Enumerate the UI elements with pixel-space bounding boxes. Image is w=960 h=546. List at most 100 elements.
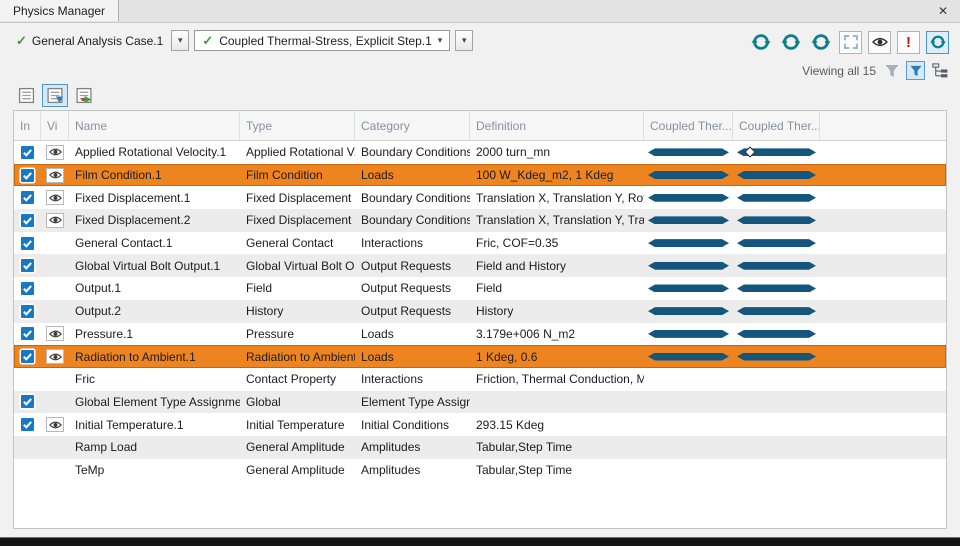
table-row[interactable]: Applied Rotational Velocity.1 Applied Rot… bbox=[14, 141, 946, 164]
include-checkbox[interactable] bbox=[21, 418, 34, 432]
table-row[interactable]: Ramp Load General Amplitude Amplitudes Tabu… bbox=[14, 435, 946, 459]
row-filler bbox=[820, 413, 946, 436]
table-row[interactable]: Fixed Displacement.1 Fixed Displacement Bo… bbox=[14, 186, 946, 210]
table-row[interactable]: Global Virtual Bolt Output.1 Global Virtu… bbox=[14, 254, 946, 278]
step2-cell bbox=[733, 391, 820, 414]
step-activity-bar[interactable] bbox=[648, 148, 729, 156]
visibility-toggle[interactable] bbox=[46, 212, 64, 228]
step-activity-bar[interactable] bbox=[737, 194, 816, 202]
column-header-type[interactable]: Type bbox=[240, 111, 355, 140]
step-activity-bar[interactable] bbox=[648, 239, 729, 247]
include-checkbox[interactable] bbox=[21, 304, 34, 318]
step2-cell bbox=[733, 436, 820, 459]
tree-view-button[interactable] bbox=[932, 63, 949, 78]
table-row[interactable]: Radiation to Ambient.1 Radiation to Ambie… bbox=[14, 345, 946, 368]
tab-physics-manager[interactable]: Physics Manager bbox=[0, 0, 120, 21]
category-cell: Output Requests bbox=[361, 281, 452, 296]
include-checkbox[interactable] bbox=[21, 168, 34, 182]
include-checkbox[interactable] bbox=[21, 281, 34, 295]
view-export-button[interactable] bbox=[71, 84, 97, 107]
step2-cell bbox=[733, 186, 820, 209]
definition-cell bbox=[470, 391, 644, 414]
column-header-filler bbox=[820, 111, 946, 140]
category-cell: Output Requests bbox=[361, 258, 452, 273]
table-row[interactable]: Pressure.1 Pressure Loads 3.179e+006 N_m2 bbox=[14, 322, 946, 346]
step-activity-bar[interactable] bbox=[648, 262, 729, 270]
column-header-definition[interactable]: Definition bbox=[470, 111, 644, 140]
table-row[interactable]: General Contact.1 General Contact Interact… bbox=[14, 231, 946, 255]
auto-update-toggle-button[interactable] bbox=[926, 30, 949, 54]
step-activity-bar[interactable] bbox=[648, 307, 729, 315]
include-checkbox[interactable] bbox=[21, 327, 34, 341]
category-cell: Interactions bbox=[361, 236, 424, 251]
step-activity-bar[interactable] bbox=[648, 353, 729, 361]
analysis-case-selector[interactable]: ✓ General Analysis Case.1 bbox=[13, 31, 166, 51]
step-activity-bar[interactable] bbox=[737, 171, 816, 179]
include-cell bbox=[14, 345, 41, 368]
view-list-button[interactable] bbox=[13, 84, 39, 107]
type-cell: Fixed Displacement bbox=[246, 213, 352, 228]
visibility-toggle[interactable] bbox=[46, 167, 64, 183]
step-activity-bar[interactable] bbox=[737, 239, 816, 247]
table-row[interactable]: Fixed Displacement.2 Fixed Displacement Bo… bbox=[14, 209, 946, 232]
select-region-button[interactable] bbox=[839, 30, 862, 54]
visibility-cell bbox=[41, 254, 69, 277]
category-cell: Loads bbox=[361, 168, 394, 183]
table-row[interactable]: TeMp General Amplitude Amplitudes Tabular,S… bbox=[14, 458, 946, 482]
step-activity-bar[interactable] bbox=[737, 262, 816, 270]
include-checkbox[interactable] bbox=[21, 259, 34, 273]
visibility-options-button[interactable] bbox=[868, 30, 891, 54]
step-activity-bar[interactable] bbox=[737, 330, 816, 338]
step1-cell bbox=[644, 345, 733, 368]
errors-button[interactable]: ! bbox=[897, 30, 920, 54]
definition-cell: Tabular,Step Time bbox=[476, 462, 573, 477]
view-import-button[interactable] bbox=[42, 84, 68, 107]
step-activity-bar[interactable] bbox=[737, 284, 816, 292]
include-checkbox[interactable] bbox=[21, 395, 34, 409]
update-case-button[interactable] bbox=[779, 30, 803, 54]
step-selector[interactable]: ✓ Coupled Thermal-Stress, Explicit Step.… bbox=[194, 30, 451, 51]
step-activity-bar[interactable] bbox=[737, 216, 816, 224]
step-activity-bar[interactable] bbox=[648, 171, 729, 179]
visibility-toggle[interactable] bbox=[46, 349, 64, 365]
column-header-coupled-ther[interactable]: Coupled Ther... bbox=[733, 111, 820, 140]
step-activity-bar[interactable] bbox=[648, 330, 729, 338]
visibility-toggle[interactable] bbox=[46, 144, 64, 160]
column-header-coupled-ther[interactable]: Coupled Ther... bbox=[644, 111, 733, 140]
visibility-toggle[interactable] bbox=[46, 417, 64, 433]
step-activity-bar[interactable] bbox=[737, 353, 816, 361]
close-button[interactable]: ✕ bbox=[935, 3, 951, 19]
column-header-in[interactable]: In bbox=[14, 111, 41, 140]
visibility-toggle[interactable] bbox=[46, 326, 64, 342]
include-checkbox[interactable] bbox=[21, 213, 34, 227]
table-row[interactable]: Film Condition.1 Film Condition Loads 100 W… bbox=[14, 163, 946, 187]
filter-button[interactable] bbox=[885, 64, 899, 78]
include-checkbox[interactable] bbox=[21, 236, 34, 250]
step-activity-bar[interactable] bbox=[648, 284, 729, 292]
step-activity-bar[interactable] bbox=[737, 307, 816, 315]
update-step-button[interactable] bbox=[809, 30, 833, 54]
include-checkbox[interactable] bbox=[21, 350, 34, 364]
table-row[interactable]: Fric Contact Property Interactions Friction… bbox=[14, 367, 946, 391]
name-cell: Radiation to Ambient.1 bbox=[75, 349, 196, 364]
visibility-toggle[interactable] bbox=[46, 190, 64, 206]
table-row[interactable]: Global Element Type Assignment.1 Global El… bbox=[14, 390, 946, 414]
column-header-category[interactable]: Category bbox=[355, 111, 470, 140]
include-checkbox[interactable] bbox=[21, 145, 34, 159]
table-row[interactable]: Output.2 History Output Requests History bbox=[14, 299, 946, 323]
visibility-cell bbox=[41, 391, 69, 414]
analysis-case-dropdown-button[interactable]: ▾ bbox=[171, 30, 190, 51]
include-checkbox[interactable] bbox=[21, 191, 34, 205]
filter-active-button[interactable] bbox=[906, 61, 925, 80]
step-dropdown-button[interactable]: ▾ bbox=[455, 30, 474, 51]
table-row[interactable]: Initial Temperature.1 Initial Temperature… bbox=[14, 413, 946, 436]
update-all-button[interactable] bbox=[749, 30, 773, 54]
name-cell: Fixed Displacement.1 bbox=[75, 190, 191, 205]
update-toolbar: ! bbox=[749, 30, 949, 54]
table-row[interactable]: Output.1 Field Output Requests Field bbox=[14, 277, 946, 300]
column-header-name[interactable]: Name bbox=[69, 111, 240, 140]
step-activity-bar[interactable] bbox=[648, 194, 729, 202]
step-activity-bar[interactable] bbox=[648, 216, 729, 224]
step1-cell bbox=[644, 186, 733, 209]
column-header-vi[interactable]: Vi bbox=[41, 111, 69, 140]
